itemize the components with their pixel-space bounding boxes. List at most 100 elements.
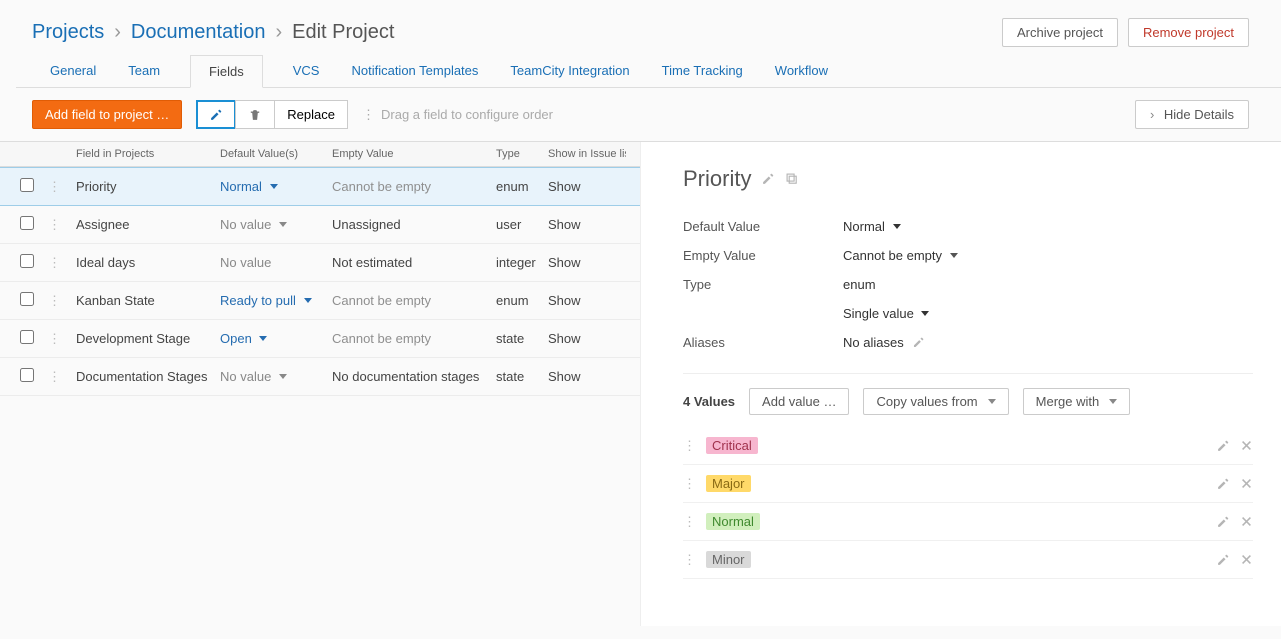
single-value-dropdown[interactable]: Single value	[843, 306, 929, 321]
show-cell: Show	[548, 369, 626, 384]
single-value-text: Single value	[843, 306, 914, 321]
pencil-icon[interactable]	[1216, 553, 1230, 567]
chevron-right-icon: ›	[114, 21, 121, 44]
col-type: Type	[496, 148, 548, 160]
default-value-cell[interactable]: No value	[220, 369, 332, 384]
pencil-icon[interactable]	[761, 172, 775, 186]
show-cell: Show	[548, 293, 626, 308]
pencil-icon[interactable]	[1216, 477, 1230, 491]
hide-details-button[interactable]: › Hide Details	[1135, 100, 1249, 129]
close-icon[interactable]	[1240, 515, 1253, 529]
close-icon[interactable]	[1240, 439, 1253, 453]
caret-down-icon	[304, 298, 312, 303]
pencil-icon[interactable]	[1216, 515, 1230, 529]
grip-icon[interactable]: ⋮	[683, 552, 696, 568]
table-row[interactable]: ⋮ Documentation Stages No value No docum…	[0, 358, 640, 396]
table-row[interactable]: ⋮ Kanban State Ready to pull Cannot be e…	[0, 282, 640, 320]
empty-value-label: Empty Value	[683, 248, 843, 263]
value-row: ⋮ Critical	[683, 427, 1253, 465]
grip-icon[interactable]: ⋮	[48, 369, 72, 385]
close-icon[interactable]	[1240, 477, 1253, 491]
table-row[interactable]: ⋮ Assignee No value Unassigned user Show	[0, 206, 640, 244]
tab-fields[interactable]: Fields	[190, 55, 263, 88]
value-tag[interactable]: Major	[706, 475, 751, 492]
tab-workflow[interactable]: Workflow	[773, 55, 830, 87]
table-row[interactable]: ⋮ Ideal days No value Not estimated inte…	[0, 244, 640, 282]
copy-values-button[interactable]: Copy values from	[863, 388, 1008, 415]
chevron-right-icon: ›	[1150, 107, 1154, 122]
hide-details-label: Hide Details	[1164, 107, 1234, 122]
pencil-icon[interactable]	[1216, 439, 1230, 453]
panel-title: Priority	[683, 166, 751, 192]
grip-icon[interactable]: ⋮	[48, 293, 72, 309]
type-cell: enum	[496, 293, 548, 308]
breadcrumb-documentation[interactable]: Documentation	[131, 21, 266, 44]
caret-down-icon	[279, 374, 287, 379]
value-tag[interactable]: Critical	[706, 437, 758, 454]
grip-icon[interactable]: ⋮	[48, 179, 72, 195]
grip-icon[interactable]: ⋮	[683, 514, 696, 530]
tab-time-tracking[interactable]: Time Tracking	[660, 55, 745, 87]
trash-icon	[248, 108, 262, 122]
value-tag[interactable]: Normal	[706, 513, 760, 530]
tab-notification-templates[interactable]: Notification Templates	[349, 55, 480, 87]
close-icon[interactable]	[1240, 553, 1253, 567]
value-tag[interactable]: Minor	[706, 551, 751, 568]
grip-icon[interactable]: ⋮	[683, 438, 696, 454]
copy-icon[interactable]	[785, 172, 799, 186]
row-checkbox[interactable]	[20, 254, 34, 268]
field-name: Kanban State	[72, 293, 220, 308]
default-value-cell[interactable]: Normal	[220, 179, 332, 194]
archive-project-button[interactable]: Archive project	[1002, 18, 1118, 47]
empty-value-cell: Cannot be empty	[332, 179, 496, 194]
empty-value-dropdown[interactable]: Cannot be empty	[843, 248, 958, 263]
col-empty: Empty Value	[332, 148, 496, 160]
field-name: Ideal days	[72, 255, 220, 270]
field-name: Priority	[72, 179, 220, 194]
replace-button[interactable]: Replace	[274, 100, 348, 129]
tab-vcs[interactable]: VCS	[291, 55, 322, 87]
show-cell: Show	[548, 179, 626, 194]
show-cell: Show	[548, 255, 626, 270]
row-checkbox[interactable]	[20, 178, 34, 192]
row-checkbox[interactable]	[20, 216, 34, 230]
empty-value-text: Cannot be empty	[843, 248, 942, 263]
tab-team[interactable]: Team	[126, 55, 162, 87]
type-cell: enum	[496, 179, 548, 194]
merge-with-label: Merge with	[1036, 394, 1100, 409]
default-value-cell[interactable]: Open	[220, 331, 332, 346]
grip-icon[interactable]: ⋮	[48, 255, 72, 271]
project-tabs: General Team Fields VCS Notification Tem…	[16, 55, 1281, 88]
default-value-cell[interactable]: No value	[220, 217, 332, 232]
show-cell: Show	[548, 217, 626, 232]
pencil-icon[interactable]	[912, 336, 925, 349]
add-field-button[interactable]: Add field to project …	[32, 100, 182, 129]
default-value-cell[interactable]: Ready to pull	[220, 293, 332, 308]
delete-mode-button[interactable]	[235, 100, 275, 129]
default-value-dropdown[interactable]: Normal	[843, 219, 901, 234]
row-checkbox[interactable]	[20, 368, 34, 382]
copy-values-label: Copy values from	[876, 394, 977, 409]
remove-project-button[interactable]: Remove project	[1128, 18, 1249, 47]
table-row[interactable]: ⋮ Development Stage Open Cannot be empty…	[0, 320, 640, 358]
field-name: Assignee	[72, 217, 220, 232]
breadcrumb-projects[interactable]: Projects	[32, 21, 104, 44]
field-details-panel: Priority Default Value Normal Empty Valu…	[640, 142, 1281, 626]
values-count: 4 Values	[683, 394, 735, 409]
edit-mode-button[interactable]	[196, 100, 236, 129]
grip-icon[interactable]: ⋮	[48, 331, 72, 347]
table-row[interactable]: ⋮ Priority Normal Cannot be empty enum S…	[0, 167, 640, 206]
row-checkbox[interactable]	[20, 292, 34, 306]
empty-value-cell: Cannot be empty	[332, 331, 496, 346]
col-name: Field in Projects	[72, 148, 220, 160]
add-value-button[interactable]: Add value …	[749, 388, 849, 415]
drag-hint: ⋮ Drag a field to configure order	[362, 107, 553, 123]
default-value-text: Normal	[843, 219, 885, 234]
tab-teamcity[interactable]: TeamCity Integration	[508, 55, 631, 87]
row-checkbox[interactable]	[20, 330, 34, 344]
grip-icon[interactable]: ⋮	[683, 476, 696, 492]
col-show: Show in Issue list	[548, 148, 626, 160]
tab-general[interactable]: General	[48, 55, 98, 87]
grip-icon[interactable]: ⋮	[48, 217, 72, 233]
merge-with-button[interactable]: Merge with	[1023, 388, 1131, 415]
